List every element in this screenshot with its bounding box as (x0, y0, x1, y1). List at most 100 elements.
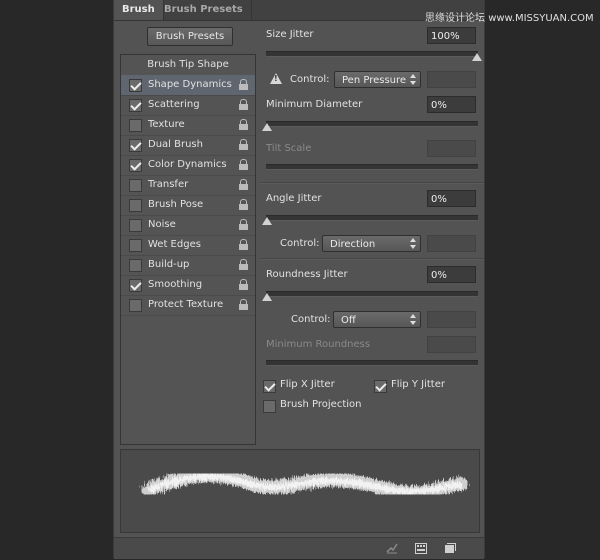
angle-jitter-slider-thumb[interactable] (262, 217, 272, 225)
new-brush-preset-icon[interactable] (444, 543, 456, 554)
brush-tip-shape-item[interactable]: Brush Tip Shape (121, 55, 255, 76)
list-item-texture[interactable]: Texture (121, 115, 255, 136)
watermark-site: www.MISSYUAN.COM (488, 13, 594, 24)
grid-icon[interactable] (415, 543, 427, 554)
angle-jitter-label: Angle Jitter (266, 193, 322, 204)
brush-panel: Brush Brush Presets Brush Presets Brush … (113, 0, 485, 559)
size-jitter-slider-thumb[interactable] (472, 53, 482, 61)
flip-y-jitter-label: Flip Y Jitter (391, 379, 445, 390)
lock-icon[interactable] (239, 179, 248, 191)
checkbox[interactable] (129, 119, 142, 132)
tilt-scale-label: Tilt Scale (266, 143, 312, 154)
list-item-label: Wet Edges (148, 239, 201, 250)
checkbox[interactable] (129, 239, 142, 252)
divider (260, 258, 484, 260)
checkbox[interactable] (129, 219, 142, 232)
list-item-label: Scattering (148, 99, 200, 110)
divider (260, 182, 484, 184)
control-value-box (427, 311, 476, 328)
roundness-jitter-slider-track[interactable] (266, 291, 478, 297)
roundness-jitter-value[interactable]: 0% (427, 266, 476, 283)
list-item-label: Smoothing (148, 279, 203, 290)
warning-icon (270, 73, 282, 84)
lock-icon[interactable] (239, 219, 248, 231)
list-item-wet-edges[interactable]: Wet Edges (121, 235, 255, 256)
control-dropdown-off[interactable]: Off (333, 311, 421, 328)
lock-icon[interactable] (239, 279, 248, 291)
checkbox[interactable] (129, 299, 142, 312)
lock-icon[interactable] (239, 299, 248, 311)
list-item-protect-texture[interactable]: Protect Texture (121, 295, 255, 316)
roundness-jitter-slider-thumb[interactable] (262, 293, 272, 301)
size-jitter-value[interactable]: 100% (427, 27, 476, 44)
minimum-diameter-value[interactable]: 0% (427, 96, 476, 113)
tilt-scale-value (427, 140, 476, 157)
checkbox[interactable] (374, 380, 387, 393)
minimum-diameter-label: Minimum Diameter (266, 99, 363, 110)
list-item-label: Shape Dynamics (148, 79, 232, 90)
control-value-box (427, 235, 476, 252)
control-value-box (427, 71, 476, 88)
lock-icon[interactable] (239, 99, 248, 111)
watermark-text: 思缘设计论坛 (425, 13, 485, 24)
list-item-scattering[interactable]: Scattering (121, 95, 255, 116)
list-item-label: Protect Texture (148, 299, 224, 310)
list-item-transfer[interactable]: Transfer (121, 175, 255, 196)
checkbox[interactable] (129, 79, 142, 92)
angle-jitter-value[interactable]: 0% (427, 190, 476, 207)
list-item-color-dynamics[interactable]: Color Dynamics (121, 155, 255, 176)
tab-brush-presets[interactable]: Brush Presets (156, 0, 252, 20)
checkbox[interactable] (129, 199, 142, 212)
minimum-roundness-label: Minimum Roundness (266, 339, 371, 350)
lock-icon[interactable] (239, 199, 248, 211)
toggle-live-tip-preview-icon[interactable] (386, 543, 398, 554)
angle-jitter-slider-track[interactable] (266, 215, 478, 221)
list-item-build-up[interactable]: Build-up (121, 255, 255, 276)
dropdown-arrows-icon (410, 74, 416, 85)
checkbox[interactable] (129, 259, 142, 272)
minimum-roundness-slider-track (266, 360, 478, 366)
minimum-roundness-value (427, 336, 476, 353)
list-item-dual-brush[interactable]: Dual Brush (121, 135, 255, 156)
tilt-scale-slider-track (266, 164, 478, 170)
dropdown-value: Pen Pressure (342, 75, 407, 86)
dropdown-value: Off (341, 315, 356, 326)
list-item-label: Color Dynamics (148, 159, 227, 170)
lock-icon[interactable] (239, 239, 248, 251)
list-item-label: Build-up (148, 259, 190, 270)
checkbox[interactable] (129, 139, 142, 152)
list-item-brush-pose[interactable]: Brush Pose (121, 195, 255, 216)
lock-icon[interactable] (239, 79, 248, 91)
list-item-label: Transfer (148, 179, 189, 190)
brush-options-list: Brush Tip Shape Shape Dynamics Scatterin… (120, 54, 256, 445)
lock-icon[interactable] (239, 119, 248, 131)
checkbox[interactable] (129, 279, 142, 292)
checkbox[interactable] (129, 179, 142, 192)
lock-icon[interactable] (239, 159, 248, 171)
control-dropdown-pen-pressure[interactable]: Pen Pressure (334, 71, 421, 88)
brush-stroke-preview (120, 449, 480, 533)
dropdown-value: Direction (330, 239, 376, 250)
list-item-label: Texture (148, 119, 185, 130)
flip-x-jitter-label: Flip X Jitter (280, 379, 335, 390)
checkbox[interactable] (129, 159, 142, 172)
lock-icon[interactable] (239, 259, 248, 271)
control-label: Control: (291, 314, 331, 325)
checkbox[interactable] (263, 380, 276, 393)
watermark: 思缘设计论坛 www.MISSYUAN.COM (425, 9, 594, 24)
roundness-jitter-label: Roundness Jitter (266, 269, 348, 280)
checkbox[interactable] (263, 400, 276, 413)
minimum-diameter-slider-track[interactable] (266, 121, 478, 127)
list-item-shape-dynamics[interactable]: Shape Dynamics (121, 75, 255, 96)
lock-icon[interactable] (239, 139, 248, 151)
control-dropdown-direction[interactable]: Direction (322, 235, 421, 252)
list-item-label: Noise (148, 219, 176, 230)
size-jitter-slider-track[interactable] (266, 51, 478, 57)
control-label: Control: (280, 238, 320, 249)
checkbox[interactable] (129, 99, 142, 112)
list-item-smoothing[interactable]: Smoothing (121, 275, 255, 296)
brush-presets-button[interactable]: Brush Presets (147, 27, 233, 46)
minimum-diameter-slider-thumb[interactable] (262, 123, 272, 131)
list-item-label: Dual Brush (148, 139, 203, 150)
list-item-noise[interactable]: Noise (121, 215, 255, 236)
